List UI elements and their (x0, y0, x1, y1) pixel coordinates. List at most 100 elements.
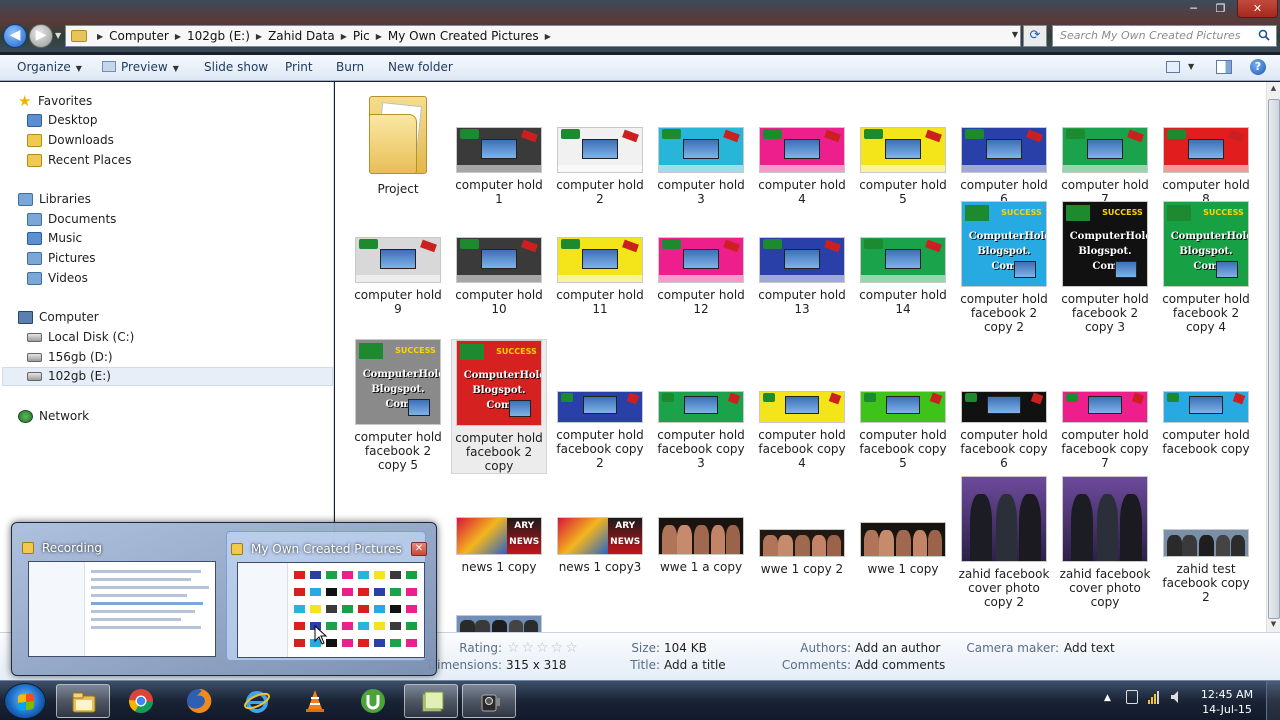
change-view-button[interactable] (1166, 61, 1180, 73)
refresh-button[interactable]: ⟳ (1023, 25, 1047, 47)
back-button[interactable]: ◀ (3, 24, 27, 48)
image-item[interactable]: computer hold 13 (754, 237, 850, 316)
volume-icon[interactable] (1170, 690, 1182, 704)
breadcrumb-drive-e[interactable]: 102gb (E:) (187, 29, 250, 43)
taskbar-utorrent[interactable] (346, 684, 400, 718)
breadcrumb-arrow-icon[interactable]: ▶ (175, 32, 181, 41)
start-button[interactable] (4, 683, 46, 719)
search-input[interactable]: Search My Own Created Pictures (1052, 25, 1277, 47)
image-item[interactable]: ARY NEWS news 1 copy (451, 517, 547, 574)
image-item[interactable]: computer hold 6 (956, 127, 1052, 206)
taskbar-vlc[interactable] (288, 684, 342, 718)
scroll-down-icon[interactable]: ▼ (1267, 620, 1280, 628)
breadcrumb-pic[interactable]: Pic (353, 29, 370, 43)
breadcrumb-arrow-icon[interactable]: ▶ (341, 32, 347, 41)
image-item[interactable]: computer hold 5 (855, 127, 951, 206)
window-preview-recording[interactable]: Recording (18, 531, 218, 661)
image-item[interactable]: computer hold 12 (653, 237, 749, 316)
scroll-up-icon[interactable]: ▲ (1267, 84, 1280, 92)
taskbar-notes[interactable] (404, 684, 458, 718)
address-history-dropdown[interactable]: ▼ (1012, 30, 1018, 39)
image-item[interactable]: computer hold 4 (754, 127, 850, 206)
image-item[interactable]: computer hold 7 (1057, 127, 1153, 206)
comments-field[interactable]: Add comments (855, 658, 945, 672)
nav-videos[interactable]: Videos (27, 269, 88, 287)
rating-stars[interactable]: ☆☆☆☆☆ (507, 640, 580, 656)
show-hidden-icons-button[interactable]: ▲ (1104, 693, 1111, 703)
image-item[interactable]: computer hold 3 (653, 127, 749, 206)
image-item[interactable]: computer hold facebook copy 2 (552, 391, 648, 470)
image-item[interactable]: computer hold facebook copy 7 (1057, 391, 1153, 470)
show-desktop-button[interactable] (1266, 681, 1280, 720)
image-item[interactable]: SUCCESS ComputerHold. Blogspot. Com comput… (956, 201, 1052, 334)
nav-favorites[interactable]: ★ Favorites (18, 92, 92, 110)
image-item[interactable]: computer hold facebook copy (1158, 391, 1254, 456)
image-item[interactable]: computer hold 14 (855, 237, 951, 316)
image-item[interactable]: computer hold facebook copy 5 (855, 391, 951, 470)
scrollbar-thumb[interactable] (1268, 99, 1280, 619)
nav-drive-d[interactable]: 156gb (D:) (27, 348, 113, 366)
image-item[interactable]: SUCCESS ComputerHold. Blogspot. Com comput… (1057, 201, 1153, 334)
image-item[interactable]: wwe 1 copy 2 (754, 529, 850, 576)
image-item[interactable]: zahid facebook cover photo copy (1057, 476, 1153, 609)
breadcrumb-current-folder[interactable]: My Own Created Pictures (388, 29, 539, 43)
close-preview-button[interactable]: ✕ (411, 542, 427, 556)
taskbar-internet-explorer[interactable] (230, 684, 284, 718)
breadcrumb-arrow-icon[interactable]: ▶ (97, 32, 103, 41)
recent-pages-dropdown[interactable]: ▼ (55, 31, 61, 40)
nav-computer[interactable]: Computer (18, 308, 99, 326)
maximize-button[interactable]: ❐ (1207, 0, 1234, 18)
preview-menu[interactable]: Preview ▼ (102, 60, 179, 74)
image-item[interactable]: computer hold facebook copy 6 (956, 391, 1052, 470)
image-item[interactable] (451, 615, 547, 632)
preview-pane-button[interactable] (1216, 60, 1232, 74)
nav-pictures[interactable]: Pictures (27, 249, 96, 267)
plug-icon[interactable] (1126, 690, 1138, 704)
image-item[interactable]: computer hold 2 (552, 127, 648, 206)
nav-libraries[interactable]: Libraries (18, 190, 91, 208)
image-item[interactable]: computer hold 1 (451, 127, 547, 206)
nav-local-disk-c[interactable]: Local Disk (C:) (27, 328, 134, 346)
image-item[interactable]: SUCCESS ComputerHold. Blogspot. Com comput… (350, 339, 446, 472)
system-clock[interactable]: 12:45 AM 14-Jul-15 (1196, 687, 1258, 717)
image-item[interactable]: SUCCESS ComputerHold. Blogspot. Com comput… (451, 339, 547, 474)
image-item[interactable]: computer hold 11 (552, 237, 648, 316)
nav-desktop[interactable]: Desktop (27, 111, 98, 129)
nav-network[interactable]: Network (18, 407, 89, 425)
image-item[interactable]: wwe 1 a copy (653, 517, 749, 574)
taskbar-recorder[interactable] (462, 684, 516, 718)
image-item[interactable]: computer hold facebook copy 3 (653, 391, 749, 470)
wifi-signal-icon[interactable] (1148, 690, 1160, 704)
chevron-down-icon[interactable]: ▼ (1188, 62, 1194, 71)
print-button[interactable]: Print (285, 60, 313, 74)
breadcrumb-arrow-icon[interactable]: ▶ (376, 32, 382, 41)
minimize-button[interactable]: ─ (1180, 0, 1207, 18)
forward-button[interactable]: ▶ (29, 24, 53, 48)
nav-music[interactable]: Music (27, 229, 82, 247)
breadcrumb-zahid-data[interactable]: Zahid Data (268, 29, 335, 43)
image-item[interactable]: computer hold 8 (1158, 127, 1254, 206)
image-item[interactable]: computer hold facebook copy 4 (754, 391, 850, 470)
folder-item-project[interactable]: Project (350, 88, 446, 196)
image-item[interactable]: wwe 1 copy (855, 522, 951, 576)
close-button[interactable]: ✕ (1237, 0, 1278, 18)
taskbar-firefox[interactable] (172, 684, 226, 718)
breadcrumb-arrow-icon[interactable]: ▶ (545, 32, 551, 41)
taskbar-explorer[interactable] (56, 684, 110, 718)
taskbar-chrome[interactable] (114, 684, 168, 718)
breadcrumb-computer[interactable]: Computer (109, 29, 169, 43)
title-field[interactable]: Add a title (664, 658, 726, 672)
image-item[interactable]: computer hold 9 (350, 237, 446, 316)
image-item[interactable]: computer hold 10 (451, 237, 547, 316)
authors-field[interactable]: Add an author (855, 641, 940, 655)
image-item[interactable]: ARY NEWS news 1 copy3 (552, 517, 648, 574)
image-item[interactable]: SUCCESS ComputerHold. Blogspot. Com comput… (1158, 201, 1254, 334)
nav-downloads[interactable]: Downloads (27, 131, 114, 149)
help-button[interactable]: ? (1250, 59, 1266, 75)
organize-menu[interactable]: Organize ▼ (17, 60, 82, 74)
address-bar[interactable]: ▶ Computer ▶ 102gb (E:) ▶ Zahid Data ▶ P… (65, 25, 1021, 47)
camera-maker-field[interactable]: Add text (1064, 641, 1115, 655)
nav-drive-e[interactable]: 102gb (E:) (27, 367, 111, 385)
new-folder-button[interactable]: New folder (388, 60, 453, 74)
image-item[interactable]: zahid test facebook copy 2 (1158, 529, 1254, 604)
